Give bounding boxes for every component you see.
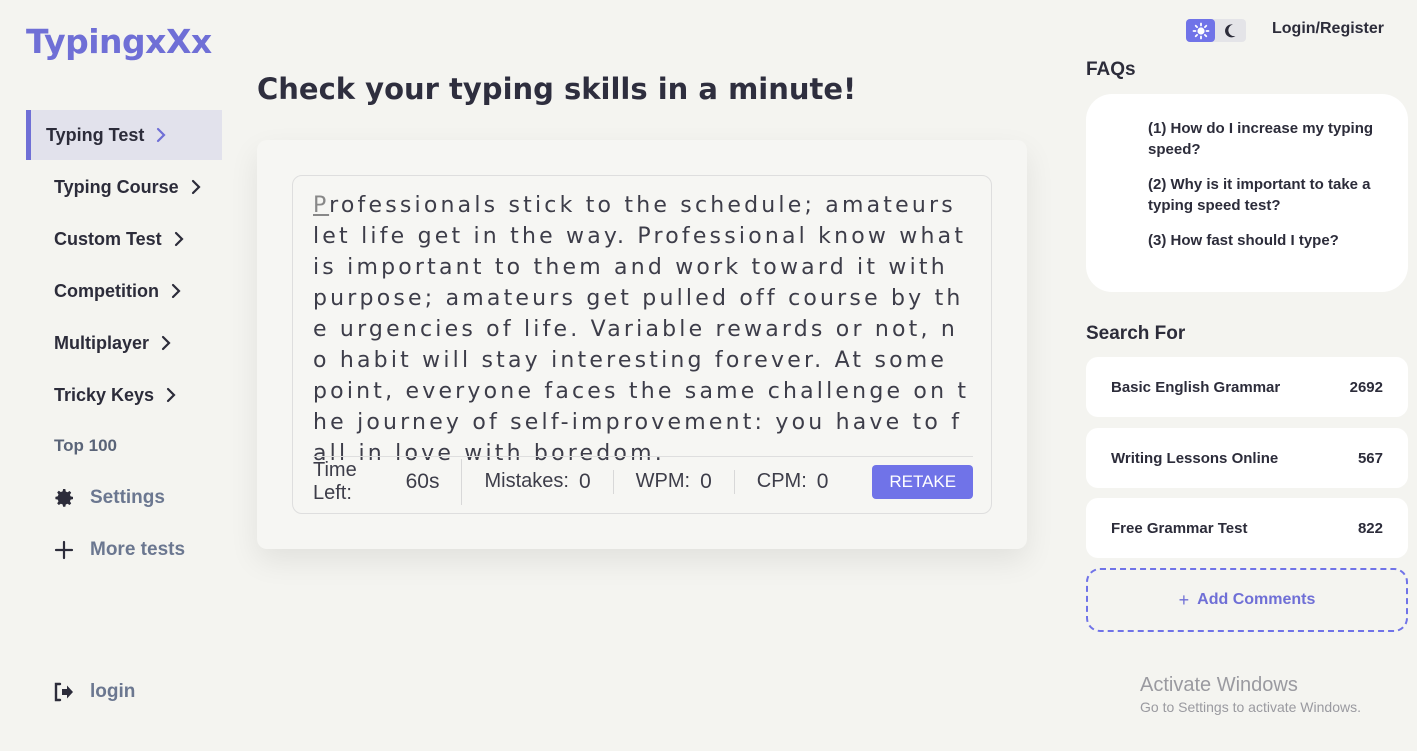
search-item-label: Basic English Grammar — [1111, 378, 1281, 396]
logout-icon — [52, 680, 76, 704]
wpm-value: 0 — [700, 469, 712, 493]
search-item-count: 567 — [1357, 449, 1383, 467]
typing-text[interactable]: Professionals stick to the schedule; ama… — [313, 190, 973, 469]
sidebar-item-label: Competition — [54, 280, 159, 301]
settings-label: Settings — [90, 487, 165, 508]
more-tests-label: More tests — [90, 539, 186, 560]
login-label: login — [90, 681, 136, 702]
mistakes-value: 0 — [578, 469, 591, 493]
wpm-stat: WPM: 0 — [635, 469, 735, 494]
search-for-title: Search For — [1086, 323, 1186, 344]
search-item[interactable]: Basic English Grammar 2692 — [1086, 357, 1408, 417]
sidebar-item-competition[interactable]: Competition — [26, 266, 222, 316]
sidebar-nav: Typing Test Typing Course Custom Test Co… — [26, 110, 222, 422]
faqs-title: FAQs — [1086, 59, 1136, 80]
sidebar-item-top-100[interactable]: Top 100 — [54, 436, 117, 456]
chevron-right-icon — [189, 179, 203, 195]
page: TypingxXx Typing Test Typing Course Cust… — [0, 0, 1417, 751]
typing-area[interactable]: Professionals stick to the schedule; ama… — [292, 175, 992, 514]
search-item-label: Writing Lessons Online — [1111, 449, 1279, 467]
sidebar-item-typing-test[interactable]: Typing Test — [26, 110, 222, 160]
theme-toggle[interactable] — [1186, 19, 1246, 42]
wpm-label: WPM: — [635, 470, 691, 492]
sidebar-item-typing-course[interactable]: Typing Course — [26, 162, 222, 212]
stats-bar: Time Left: 60s Mistakes: 0 WPM: 0 CPM: 0… — [313, 456, 973, 506]
plus-icon — [52, 538, 76, 562]
time-left-value: 60s — [405, 469, 440, 493]
sidebar-item-label: Multiplayer — [54, 332, 150, 353]
sidebar-item-multiplayer[interactable]: Multiplayer — [26, 318, 222, 368]
mistakes-label: Mistakes: — [484, 470, 569, 492]
page-title: Check your typing skills in a minute! — [257, 72, 857, 106]
sidebar-item-login[interactable]: login — [52, 680, 135, 704]
chevron-right-icon — [164, 387, 178, 403]
cpm-stat: CPM: 0 — [757, 470, 851, 494]
moon-icon[interactable] — [1215, 19, 1245, 42]
current-char: P — [313, 193, 330, 218]
search-item-count: 822 — [1357, 519, 1383, 537]
faq-item[interactable]: (2) Why is it important to take a typing… — [1148, 174, 1384, 216]
sidebar-item-label: Typing Test — [46, 124, 145, 145]
sidebar-item-custom-test[interactable]: Custom Test — [26, 214, 222, 264]
search-item-label: Free Grammar Test — [1111, 519, 1248, 537]
chevron-right-icon — [154, 127, 168, 143]
chevron-right-icon — [169, 283, 183, 299]
time-left-stat: Time Left: 60s — [313, 458, 463, 505]
watermark-title: Activate Windows — [1140, 674, 1298, 696]
add-comments-label: Add Comments — [1197, 591, 1316, 608]
sun-icon[interactable] — [1186, 19, 1215, 42]
chevron-right-icon — [172, 231, 186, 247]
cpm-label: CPM: — [756, 470, 807, 492]
sidebar-item-more-tests[interactable]: More tests — [52, 538, 185, 562]
sidebar-item-label: Tricky Keys — [54, 384, 155, 405]
watermark-subtitle: Go to Settings to activate Windows. — [1140, 699, 1361, 715]
faq-card: (1) How do I increase my typing speed? (… — [1086, 94, 1408, 292]
sidebar-item-tricky-keys[interactable]: Tricky Keys — [26, 370, 222, 420]
add-comments-button[interactable]: + Add Comments — [1086, 568, 1408, 632]
retake-button[interactable]: RETAKE — [872, 464, 973, 499]
gear-icon — [52, 486, 76, 510]
search-item[interactable]: Writing Lessons Online 567 — [1086, 428, 1408, 488]
cpm-value: 0 — [816, 469, 829, 493]
search-item-count: 2692 — [1349, 378, 1383, 396]
typing-test-card: Professionals stick to the schedule; ama… — [257, 140, 1027, 549]
activate-windows-watermark: Activate Windows Go to Settings to activ… — [1140, 673, 1361, 715]
plus-icon: + — [1178, 589, 1190, 610]
time-left-label: Time Left: — [313, 458, 357, 504]
search-item[interactable]: Free Grammar Test 822 — [1086, 498, 1408, 558]
sidebar-item-label: Typing Course — [54, 176, 179, 197]
login-register-link[interactable]: Login/Register — [1272, 20, 1384, 38]
faq-item[interactable]: (1) How do I increase my typing speed? — [1148, 118, 1384, 160]
sidebar-item-settings[interactable]: Settings — [52, 486, 165, 510]
sidebar-item-label: Custom Test — [54, 228, 162, 249]
chevron-right-icon — [159, 335, 173, 351]
logo[interactable]: TypingxXx — [26, 22, 212, 61]
mistakes-stat: Mistakes: 0 — [484, 469, 614, 494]
remaining-text: rofessionals stick to the schedule; amat… — [313, 193, 970, 466]
faq-item[interactable]: (3) How fast should I type? — [1148, 230, 1384, 251]
